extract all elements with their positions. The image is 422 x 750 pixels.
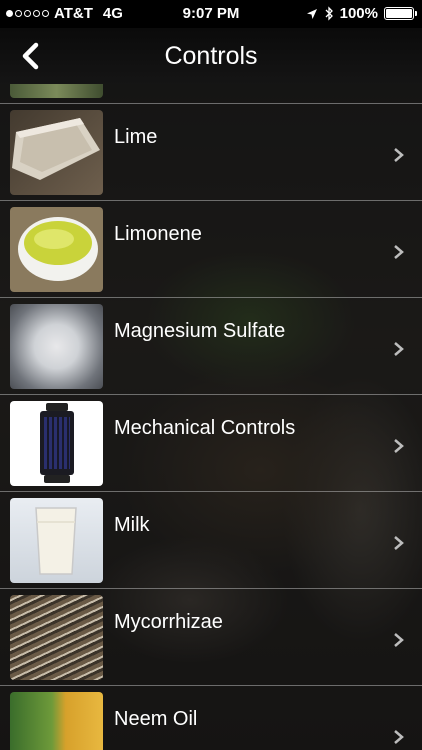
item-thumbnail: [10, 692, 103, 750]
item-label: Magnesium Sulfate: [114, 320, 286, 342]
page-title: Controls: [164, 42, 258, 70]
controls-list[interactable]: Lime Limonene Magnesium Sulfate Mechanic…: [0, 84, 422, 750]
chevron-right-icon: [394, 245, 404, 259]
item-label: Limonene: [114, 223, 202, 245]
item-thumbnail: [10, 304, 103, 389]
bluetooth-icon: [325, 6, 333, 21]
list-item-limonene[interactable]: Limonene: [0, 201, 422, 298]
battery-icon: [384, 7, 417, 20]
item-label: Milk: [114, 514, 150, 536]
list-item-milk[interactable]: Milk: [0, 492, 422, 589]
item-thumbnail: [10, 401, 103, 486]
chevron-right-icon: [394, 536, 404, 550]
list-item-magnesium-sulfate[interactable]: Magnesium Sulfate: [0, 298, 422, 395]
item-thumbnail: [10, 84, 103, 98]
chevron-right-icon: [394, 730, 404, 744]
item-thumbnail: [10, 207, 103, 292]
item-label: Neem Oil: [114, 708, 198, 730]
list-item-lime[interactable]: Lime: [0, 104, 422, 201]
chevron-right-icon: [394, 342, 404, 356]
chevron-right-icon: [394, 633, 404, 647]
list-item-neem-oil[interactable]: Neem Oil: [0, 686, 422, 750]
chevron-right-icon: [394, 148, 404, 162]
list-item[interactable]: [0, 84, 422, 104]
item-thumbnail: [10, 110, 103, 195]
location-arrow-icon: [306, 8, 317, 19]
item-label: Mycorrhizae: [114, 611, 223, 633]
item-thumbnail: [10, 498, 103, 583]
status-bar: AT&T 4G 9:07 PM 100%: [0, 0, 422, 28]
item-thumbnail: [10, 595, 103, 680]
battery-percentage: 100%: [339, 5, 378, 22]
list-item-mycorrhizae[interactable]: Mycorrhizae: [0, 589, 422, 686]
item-label: Lime: [114, 126, 158, 148]
chevron-right-icon: [394, 439, 404, 453]
navigation-bar: Controls: [0, 28, 422, 84]
list-item-mechanical-controls[interactable]: Mechanical Controls: [0, 395, 422, 492]
item-label: Mechanical Controls: [114, 417, 296, 439]
